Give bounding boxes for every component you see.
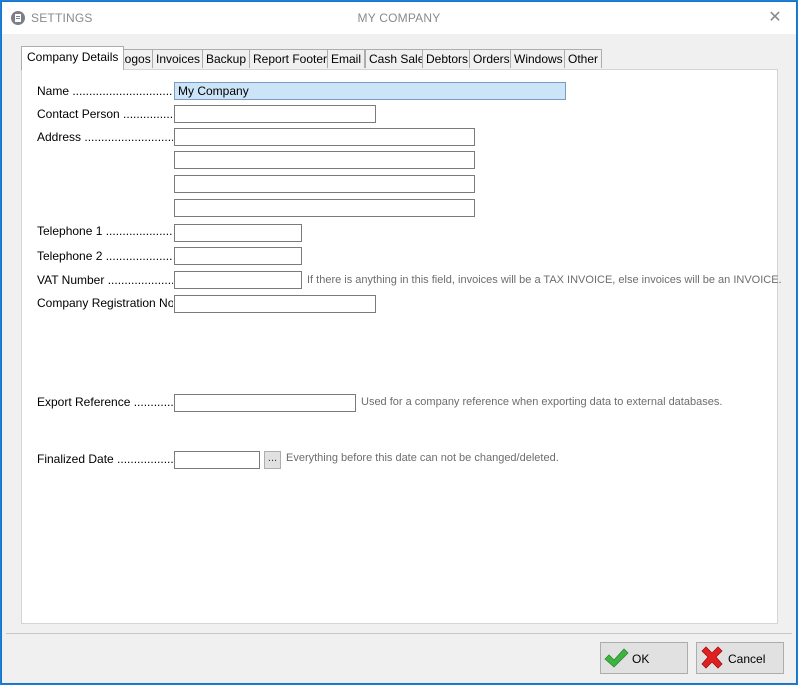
tab-backup[interactable]: Backup <box>202 49 251 68</box>
tab-report-footers[interactable]: Report Footers <box>249 49 338 68</box>
settings-window: SETTINGS MY COMPANY ✕ Company Details Lo… <box>1 1 797 684</box>
close-icon[interactable]: ✕ <box>766 9 784 27</box>
checkmark-icon <box>604 648 629 668</box>
address-line-4-field[interactable] <box>174 199 475 217</box>
company-registration-label: Company Registration No ...... <box>37 296 173 310</box>
tab-invoices[interactable]: Invoices <box>152 49 205 68</box>
name-label: Name ...................................… <box>37 84 173 98</box>
cross-icon <box>701 646 723 669</box>
export-reference-hint: Used for a company reference when export… <box>361 396 723 408</box>
tab-debtors[interactable]: Debtors <box>422 49 473 68</box>
ok-button[interactable]: OK <box>600 642 688 674</box>
address-label: Address ................................… <box>37 130 173 144</box>
company-details-panel: Name ...................................… <box>21 69 782 624</box>
date-picker-button[interactable]: ... <box>264 451 281 469</box>
telephone-1-label: Telephone 1 ........................... <box>37 224 173 238</box>
tab-email[interactable]: Email <box>327 49 366 68</box>
contact-person-field[interactable] <box>174 105 376 123</box>
address-line-3-field[interactable] <box>174 175 475 193</box>
title-bar: SETTINGS MY COMPANY ✕ <box>2 2 796 34</box>
footer-divider <box>6 633 792 634</box>
finalized-date-hint: Everything before this date can not be c… <box>286 452 559 464</box>
finalized-date-field[interactable] <box>174 451 260 469</box>
vat-hint: If there is anything in this field, invo… <box>307 274 782 286</box>
ok-button-label: OK <box>632 652 650 666</box>
export-reference-label: Export Reference .................. <box>37 395 173 409</box>
telephone-2-field[interactable] <box>174 247 302 265</box>
export-reference-field[interactable] <box>174 394 356 412</box>
address-line-1-field[interactable] <box>174 128 475 146</box>
address-line-2-field[interactable] <box>174 151 475 169</box>
cancel-button-label: Cancel <box>728 652 766 666</box>
contact-person-label: Contact Person ...................... <box>37 107 173 121</box>
telephone-1-field[interactable] <box>174 224 302 242</box>
tab-windows[interactable]: Windows <box>510 49 567 68</box>
telephone-2-label: Telephone 2 ........................... <box>37 249 173 263</box>
name-field[interactable] <box>174 82 566 100</box>
company-registration-field[interactable] <box>174 295 376 313</box>
finalized-date-label: Finalized Date ...................... <box>37 452 173 466</box>
cancel-button[interactable]: Cancel <box>696 642 784 674</box>
tab-cash-sale[interactable]: Cash Sale <box>365 49 429 68</box>
tab-other[interactable]: Other <box>564 49 603 68</box>
tab-orders[interactable]: Orders <box>469 49 514 68</box>
company-title: MY COMPANY <box>357 11 441 25</box>
vat-number-label: VAT Number ............................ <box>37 273 173 287</box>
tab-company-details[interactable]: Company Details <box>21 46 125 70</box>
vat-number-field[interactable] <box>174 271 302 289</box>
